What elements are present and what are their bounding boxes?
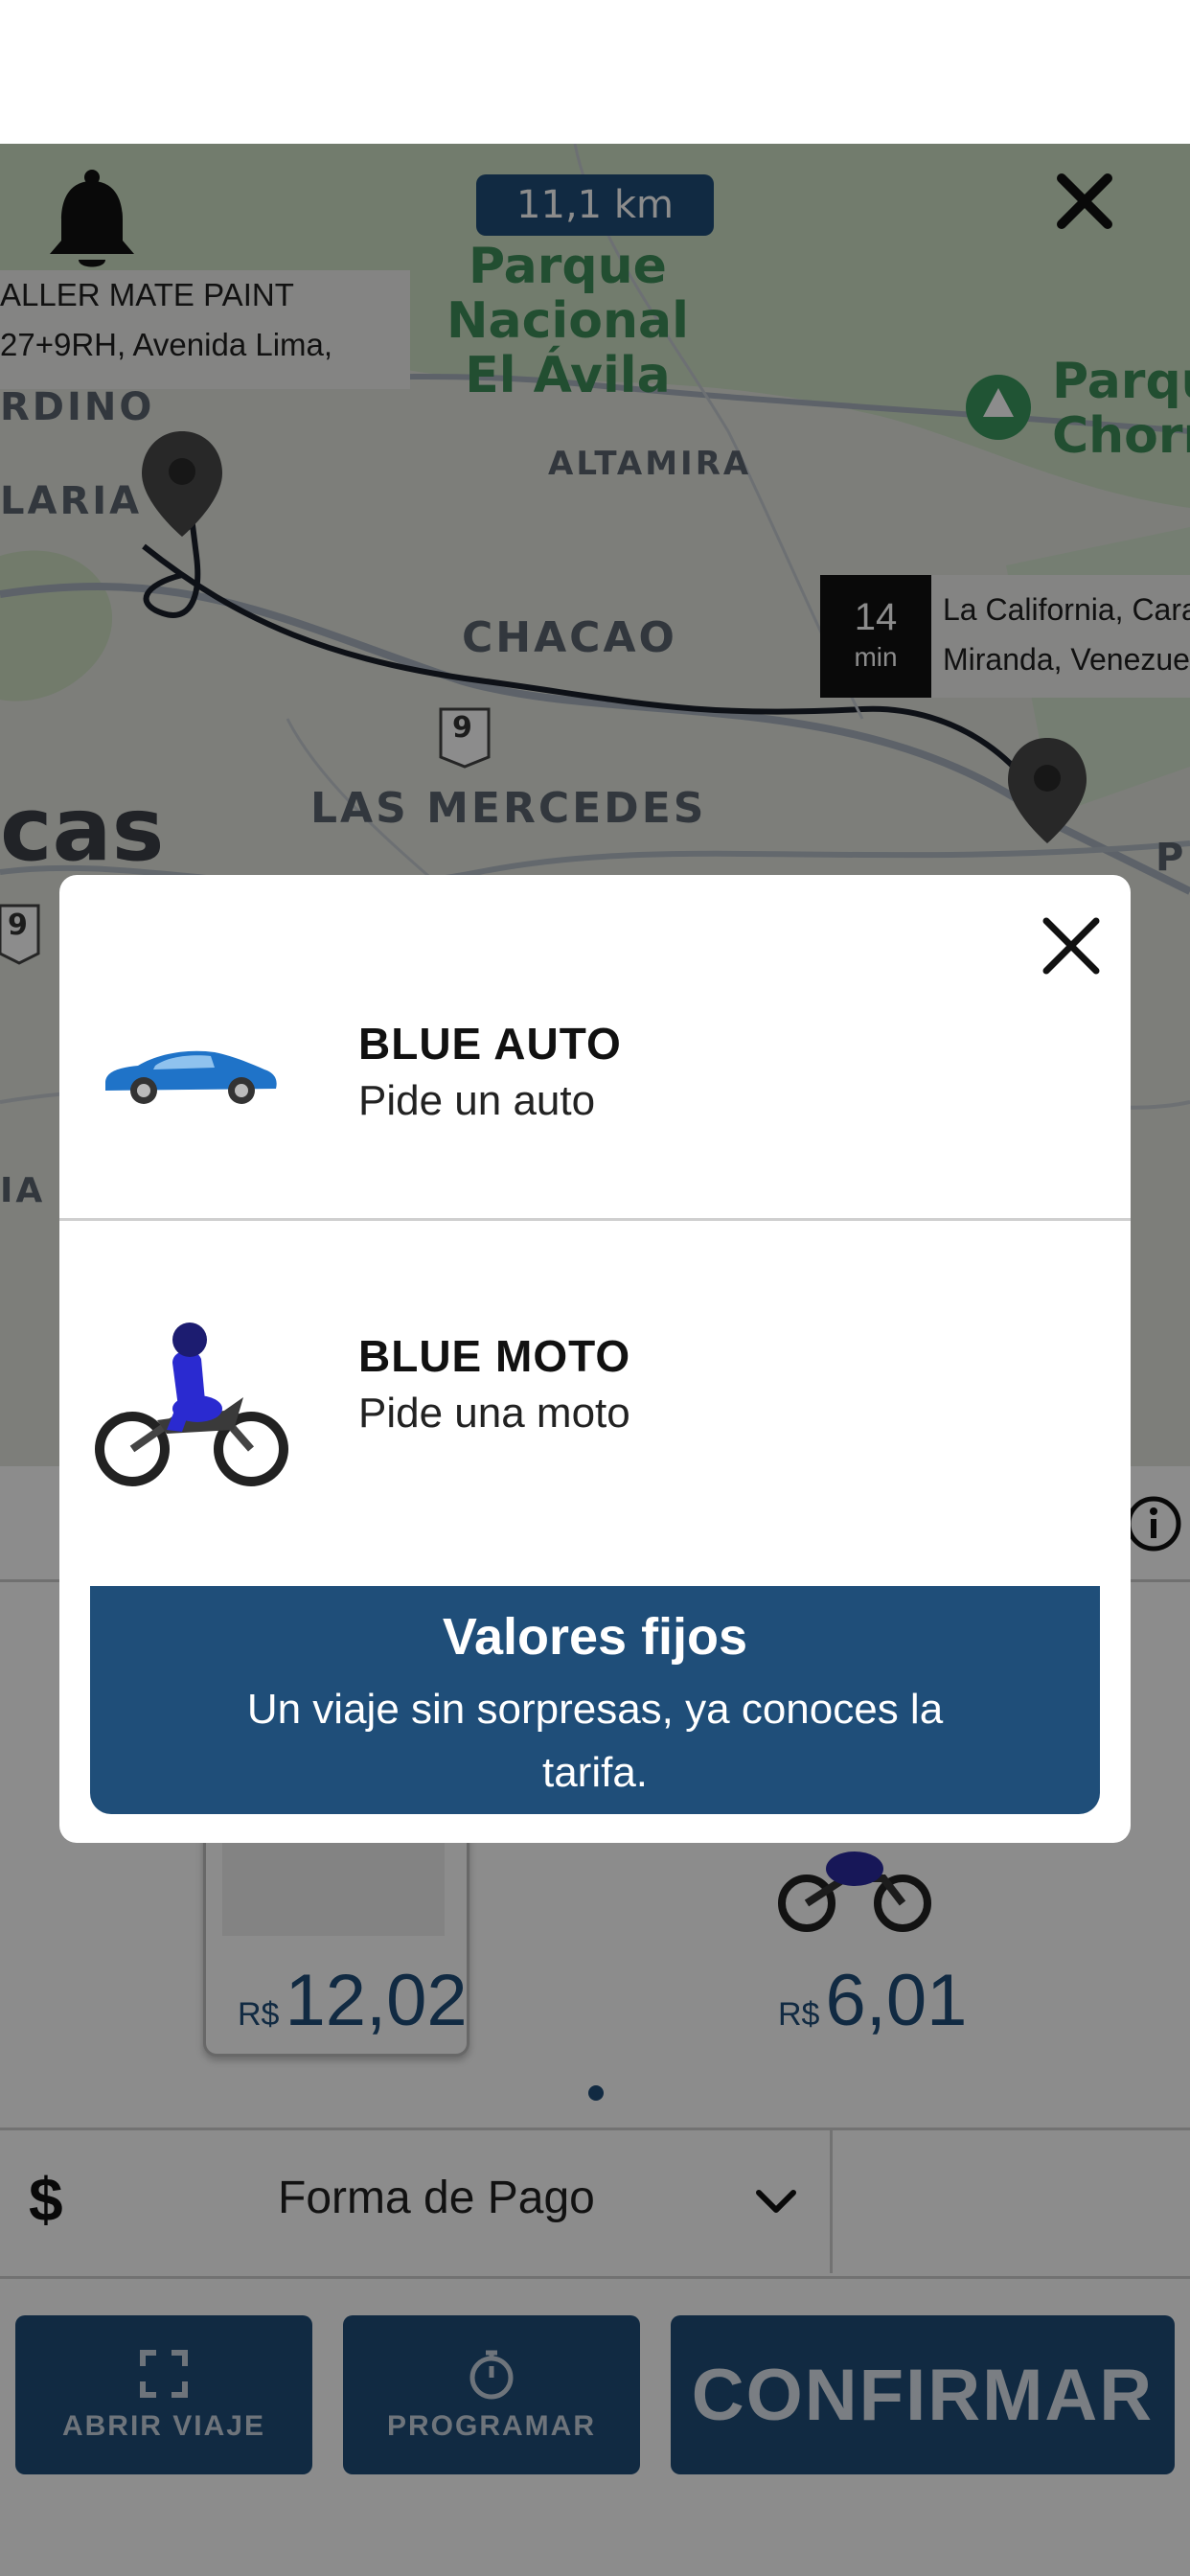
close-icon[interactable] <box>1041 915 1102 977</box>
status-area <box>0 0 1190 144</box>
banner-title: Valores fijos <box>442 1608 748 1666</box>
banner-text: Un viaje sin sorpresas, ya conoces la ta… <box>246 1686 944 1796</box>
option-title: BLUE MOTO <box>358 1331 631 1381</box>
option-title: BLUE AUTO <box>358 1019 622 1069</box>
motorcycle-icon[interactable] <box>90 1305 291 1487</box>
car-icon[interactable] <box>100 1041 282 1108</box>
option-blue-auto[interactable]: BLUE AUTO Pide un auto <box>358 1018 622 1125</box>
option-blue-moto[interactable]: BLUE MOTO Pide una moto <box>358 1330 630 1438</box>
fixed-price-banner: Valores fijos Un viaje sin sorpresas, ya… <box>90 1586 1100 1814</box>
divider <box>59 1218 1131 1221</box>
option-subtitle: Pide un auto <box>358 1077 596 1124</box>
option-subtitle: Pide una moto <box>358 1390 630 1437</box>
